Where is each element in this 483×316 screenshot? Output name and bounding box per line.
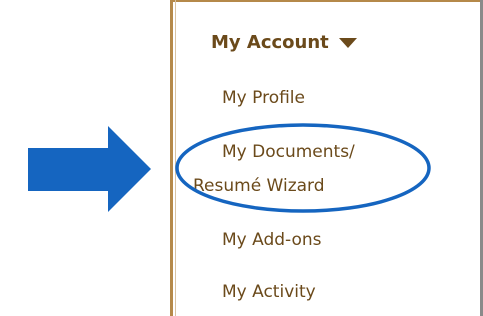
menu-item-my-activity[interactable]: My Activity — [222, 281, 316, 303]
menu-item-label: My Activity — [222, 282, 316, 302]
menu-item-label-line2: Resumé Wizard — [193, 176, 325, 196]
menu-top-border — [170, 0, 483, 2]
menu-item-label-line1: My Documents/ — [222, 142, 355, 162]
menu-item-label: My Add-ons — [222, 230, 322, 250]
menu-item-my-documents[interactable]: My Documents/ Resumé Wizard — [193, 141, 355, 197]
menu-left-border-inner — [175, 0, 176, 316]
menu-left-border — [170, 0, 173, 316]
my-account-menu-toggle[interactable]: My Account — [211, 28, 357, 56]
caret-down-icon — [338, 38, 357, 48]
menu-item-my-profile[interactable]: My Profile — [222, 87, 305, 109]
account-dropdown-menu: My Account My Profile My Documents/ Resu… — [170, 0, 483, 316]
menu-item-label: My Profile — [222, 88, 305, 108]
menu-item-my-addons[interactable]: My Add-ons — [222, 229, 322, 251]
menu-header-label: My Account — [211, 31, 329, 53]
